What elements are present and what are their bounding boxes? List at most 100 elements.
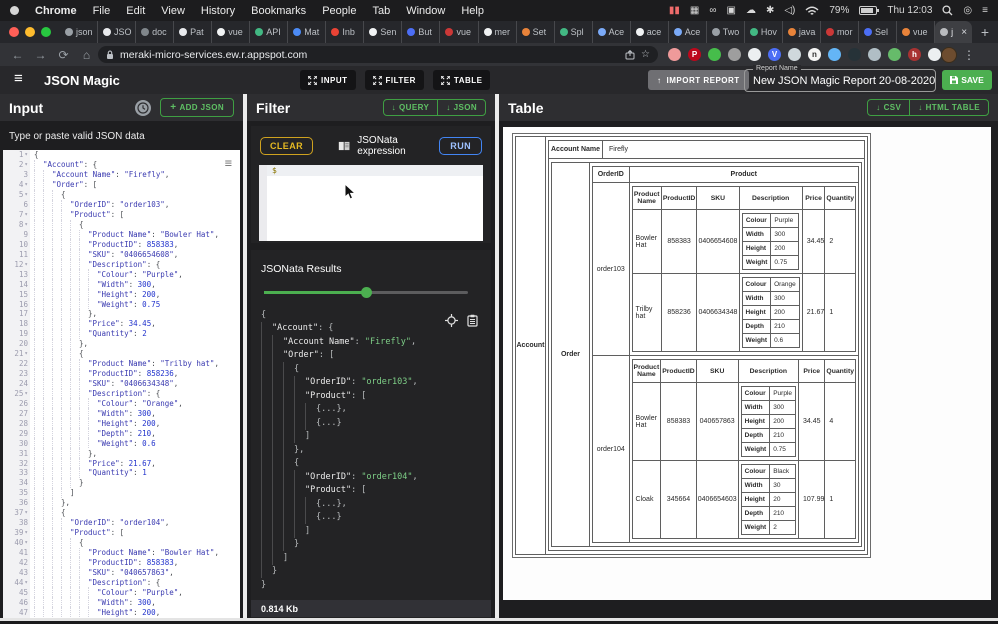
copy-clipboard-icon[interactable] xyxy=(467,314,479,327)
minimize-window-button[interactable] xyxy=(25,27,35,37)
menubar-item[interactable]: History xyxy=(201,5,235,17)
control-center-icon[interactable]: ◎ xyxy=(963,5,972,16)
download-query-button[interactable]: ↓QUERY xyxy=(384,100,438,115)
menubar-item[interactable]: File xyxy=(93,5,111,17)
fold-caret-icon[interactable]: ▾ xyxy=(24,181,28,188)
browser-tab[interactable]: java xyxy=(783,21,821,43)
notification-center-icon[interactable]: ≡ xyxy=(982,5,988,16)
menubar-item[interactable]: People xyxy=(322,5,356,17)
extension-icon[interactable]: P xyxy=(688,48,701,61)
extension-icon[interactable]: n xyxy=(808,48,821,61)
browser-tab[interactable]: j× xyxy=(935,21,972,43)
download-json-button[interactable]: ↓JSON xyxy=(437,100,485,115)
browser-tab[interactable]: Set xyxy=(517,21,555,43)
browser-tab[interactable]: Spl xyxy=(555,21,593,43)
browser-tab[interactable]: vue xyxy=(212,21,250,43)
spotlight-search-icon[interactable] xyxy=(942,5,953,16)
fold-caret-icon[interactable]: ▾ xyxy=(24,191,28,198)
bookmark-star-icon[interactable]: ☆ xyxy=(641,49,650,60)
menubar-item[interactable]: Chrome xyxy=(35,5,77,17)
wifi-icon[interactable] xyxy=(805,6,819,16)
extension-icon[interactable] xyxy=(928,48,941,61)
clear-button[interactable]: CLEAR xyxy=(260,137,313,155)
extension-icon[interactable] xyxy=(728,48,741,61)
fold-caret-icon[interactable]: ▾ xyxy=(24,161,28,168)
history-clock-icon[interactable] xyxy=(135,100,151,116)
browser-menu-icon[interactable]: ⋮ xyxy=(963,48,975,62)
extension-icon[interactable]: h xyxy=(908,48,921,61)
status-icon[interactable]: ☁ xyxy=(746,5,756,16)
tab-close-icon[interactable]: × xyxy=(961,27,967,38)
status-app-icon[interactable]: ▮▮ xyxy=(669,5,680,16)
fold-caret-icon[interactable]: ▾ xyxy=(24,529,28,536)
import-report-button[interactable]: ↑ IMPORT REPORT xyxy=(648,70,749,90)
view-filter-button[interactable]: FILTER xyxy=(365,70,424,90)
extension-icon[interactable] xyxy=(748,48,761,61)
new-tab-button[interactable]: + xyxy=(972,21,998,43)
speaker-icon[interactable]: ◁) xyxy=(784,5,795,16)
browser-tab[interactable]: Inb xyxy=(326,21,364,43)
menubar-item[interactable]: Edit xyxy=(126,5,145,17)
status-icon[interactable]: ▦ xyxy=(690,5,699,16)
browser-tab[interactable]: vue xyxy=(897,21,935,43)
fold-caret-icon[interactable]: ▾ xyxy=(24,390,28,397)
download-csv-button[interactable]: ↓CSV xyxy=(868,100,909,115)
menubar-item[interactable]: Tab xyxy=(372,5,390,17)
menubar-item[interactable]: Bookmarks xyxy=(251,5,306,17)
menubar-item[interactable]: Help xyxy=(461,5,484,17)
save-button[interactable]: SAVE xyxy=(942,70,992,90)
browser-tab[interactable]: Mat xyxy=(288,21,326,43)
browser-tab[interactable]: ace xyxy=(631,21,669,43)
browser-tab[interactable]: Sel xyxy=(859,21,897,43)
slider-thumb[interactable] xyxy=(361,287,372,298)
extension-icon[interactable] xyxy=(848,48,861,61)
browser-tab[interactable]: API xyxy=(250,21,288,43)
extension-icon[interactable] xyxy=(868,48,881,61)
close-window-button[interactable] xyxy=(9,27,19,37)
fold-caret-icon[interactable]: ▾ xyxy=(24,350,28,357)
json-input-editor[interactable]: 1▾2▾34▾5▾67▾8▾9101112▾131415161718192021… xyxy=(3,150,240,618)
browser-tab[interactable]: Hov xyxy=(745,21,783,43)
fold-caret-icon[interactable]: ▾ xyxy=(24,261,28,268)
browser-tab[interactable]: But xyxy=(402,21,440,43)
extension-icon[interactable] xyxy=(788,48,801,61)
browser-tab[interactable]: doc xyxy=(136,21,174,43)
status-icon[interactable]: ∞ xyxy=(709,5,716,16)
share-icon[interactable] xyxy=(625,50,635,60)
crosshair-icon[interactable] xyxy=(445,314,458,327)
menubar-item[interactable]: View xyxy=(161,5,185,17)
add-json-button[interactable]: + ADD JSON xyxy=(160,98,234,117)
fold-caret-icon[interactable]: ▾ xyxy=(24,579,28,586)
browser-tab[interactable]: mor xyxy=(821,21,859,43)
status-icon[interactable]: ▣ xyxy=(726,5,735,16)
results-depth-slider[interactable] xyxy=(264,291,468,294)
app-menu-icon[interactable]: ≡ xyxy=(14,70,23,87)
browser-tab[interactable]: JSO xyxy=(98,21,136,43)
profile-avatar[interactable] xyxy=(941,47,957,63)
browser-tab[interactable]: Two xyxy=(707,21,745,43)
browser-tab[interactable]: Sen xyxy=(364,21,402,43)
reload-icon[interactable]: ⟳ xyxy=(52,48,75,62)
forward-icon[interactable]: → xyxy=(29,48,52,62)
browser-tab[interactable]: mer xyxy=(479,21,517,43)
menubar-item[interactable]: Window xyxy=(406,5,445,17)
url-omnibox[interactable]: meraki-micro-services.ew.r.appspot.com ☆ xyxy=(98,46,658,63)
fold-caret-icon[interactable]: ▾ xyxy=(24,221,28,228)
report-name-field[interactable]: Report Name New JSON Magic Report 20-08-… xyxy=(744,69,936,92)
maximize-window-button[interactable] xyxy=(41,27,51,37)
browser-tab[interactable]: Ace xyxy=(593,21,631,43)
extension-icon[interactable] xyxy=(668,48,681,61)
fold-caret-icon[interactable]: ▾ xyxy=(24,151,28,158)
editor-menu-icon[interactable]: ≡ xyxy=(225,156,232,170)
jsonata-expression-editor[interactable]: $ xyxy=(259,165,483,241)
fold-caret-icon[interactable]: ▾ xyxy=(24,211,28,218)
run-button[interactable]: RUN xyxy=(439,137,482,155)
browser-tab[interactable]: Ace xyxy=(669,21,707,43)
browser-tab[interactable]: Pat xyxy=(174,21,212,43)
jsonata-results-view[interactable]: {"Account": {"Account Name": "Firefly","… xyxy=(261,308,487,598)
extension-icon[interactable]: V xyxy=(768,48,781,61)
extension-icon[interactable] xyxy=(828,48,841,61)
apple-icon[interactable] xyxy=(10,6,19,15)
download-html-table-button[interactable]: ↓HTML TABLE xyxy=(909,100,988,115)
view-table-button[interactable]: TABLE xyxy=(433,70,491,90)
